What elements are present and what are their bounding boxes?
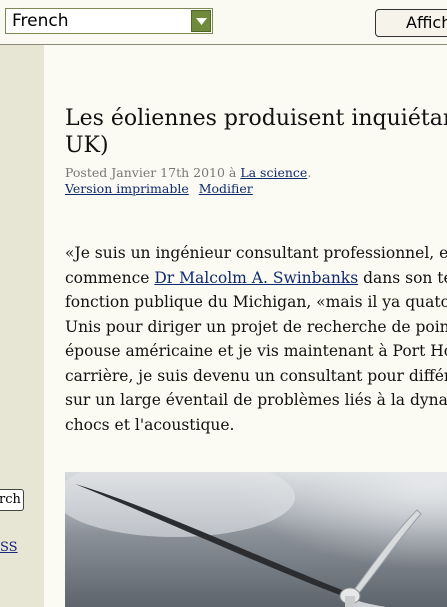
body-line: carrière, je suis devenu un consultant p… — [65, 366, 447, 385]
post-meta-suffix: . — [307, 165, 312, 180]
body-line: commence Dr Malcolm A. Swinbanks dans so… — [65, 266, 447, 291]
body-line: sur un large éventail de problèmes liés … — [65, 391, 447, 409]
author-link[interactable]: Dr Malcolm A. Swinbanks — [154, 269, 358, 287]
rss-link[interactable]: SS — [0, 540, 18, 555]
show-translation-button[interactable]: Affich — [375, 9, 447, 37]
chevron-down-icon[interactable] — [191, 10, 211, 32]
search-button[interactable]: rch — [0, 489, 24, 511]
post-actions: Version imprimable Modifier — [65, 181, 259, 197]
body-line: fonction publique du Michigan, «mais il … — [65, 293, 447, 311]
main-content: Les éoliennes produisent inquiétant b UK… — [44, 45, 447, 607]
post-title-line2: UK) — [65, 133, 109, 158]
search-button-label: rch — [0, 492, 21, 507]
wind-turbine-image — [65, 472, 447, 607]
body-line: chocs et l'acoustique. — [65, 415, 235, 434]
body-line: Unis pour diriger un projet de recherche… — [65, 317, 447, 336]
left-sidebar: rch SS — [0, 45, 44, 607]
body-text-segment: commence — [65, 268, 155, 287]
body-line: épouse américaine et je vis maintenant à… — [65, 342, 447, 360]
language-select[interactable]: French — [5, 8, 213, 34]
post-title: Les éoliennes produisent inquiétant b UK… — [65, 105, 447, 159]
post-title-line1: Les éoliennes produisent inquiétant b — [65, 106, 447, 131]
body-text-segment: dans son tém — [363, 268, 447, 287]
print-version-link[interactable]: Version imprimable — [65, 181, 189, 196]
language-select-value: French — [12, 11, 69, 31]
category-link[interactable]: La science — [240, 165, 307, 180]
post-meta: Posted Janvier 17th 2010 à La science. — [65, 165, 311, 181]
show-button-label: Affich — [406, 13, 447, 32]
body-line: «Je suis un ingénieur consultant profess… — [65, 244, 447, 262]
post-meta-prefix: Posted Janvier 17th 2010 à — [65, 165, 241, 180]
edit-link[interactable]: Modifier — [199, 181, 253, 196]
translate-bar: French Affich — [0, 0, 447, 45]
post-body: «Je suis un ingénieur consultant profess… — [65, 241, 447, 437]
